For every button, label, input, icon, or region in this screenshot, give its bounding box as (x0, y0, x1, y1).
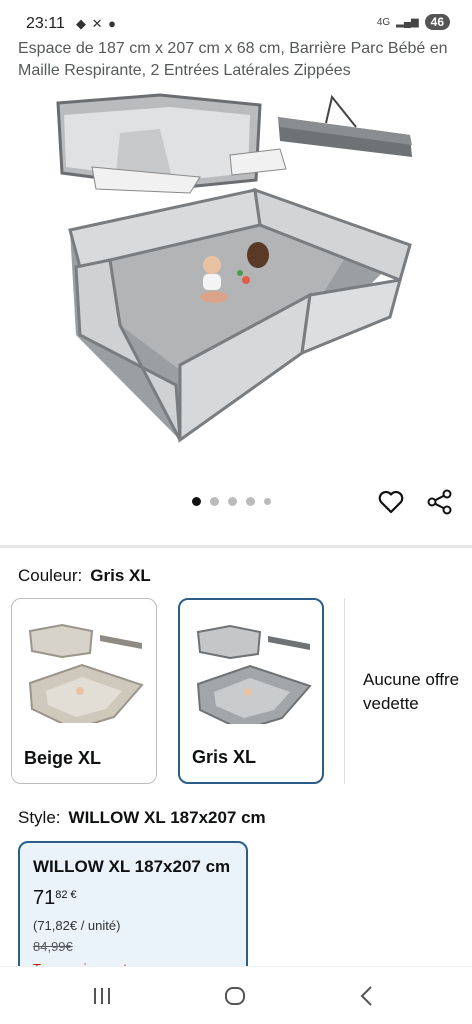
signal-icon: ▂▄▆ (396, 16, 419, 28)
style-selected-value: WILLOW XL 187x207 cm (68, 808, 266, 827)
color-option-label: Beige XL (24, 748, 102, 768)
status-time: 23:11 (26, 15, 65, 32)
grey-playpen-thumbnail (196, 624, 312, 724)
no-featured-offer-text: Aucune offre vedette (363, 670, 460, 713)
small-playpen-image (56, 93, 287, 194)
section-divider (0, 545, 472, 548)
system-navigation-bar (0, 966, 472, 1024)
gallery-dot[interactable] (246, 497, 255, 506)
product-image[interactable] (0, 85, 472, 485)
old-price: 84,99€ (33, 939, 73, 954)
style-selection-label: Style: WILLOW XL 187x207 cm (18, 808, 266, 828)
gallery-dot[interactable] (192, 497, 201, 506)
gallery-dot[interactable] (210, 497, 219, 506)
style-option-name: WILLOW XL 187x207 cm (33, 857, 231, 876)
beige-playpen-thumbnail (28, 623, 144, 723)
battery-indicator: 46 (424, 14, 450, 30)
price-cents: 82 € (55, 889, 77, 901)
color-label: Couleur: (18, 566, 83, 585)
color-option-beige[interactable]: Beige XL (11, 598, 157, 784)
wishlist-heart-icon[interactable] (377, 488, 405, 516)
back-icon[interactable] (354, 983, 380, 1009)
home-icon[interactable] (222, 983, 248, 1009)
recent-apps-icon[interactable] (89, 983, 115, 1009)
color-selection-label: Couleur: Gris XL (18, 566, 151, 586)
gallery-pagination[interactable] (192, 497, 271, 506)
gallery-dot[interactable] (264, 498, 271, 505)
unit-price: (71,82€ / unité) (33, 918, 121, 933)
color-option-label: Gris XL (192, 747, 257, 767)
share-icon[interactable] (426, 488, 454, 516)
notification-icons: ◆ ✕ ● (76, 16, 117, 31)
product-title: Espace de 187 cm x 207 cm x 68 cm, Barri… (18, 40, 448, 79)
large-playpen-image (68, 187, 412, 443)
color-option-gris[interactable]: Gris XL (178, 598, 324, 784)
color-selected-value: Gris XL (90, 566, 151, 585)
price-whole: 71 (33, 887, 56, 909)
style-option-price: 7182 € (33, 887, 77, 910)
carry-bag-image (278, 94, 412, 157)
status-right: 4G ▂▄▆ 46 (377, 14, 450, 30)
status-bar: 23:11 ◆ ✕ ● 4G ▂▄▆ 46 (0, 0, 472, 36)
style-label: Style: (18, 808, 61, 827)
gallery-dot[interactable] (228, 497, 237, 506)
network-label: 4G (376, 16, 391, 28)
swatch-divider (344, 598, 345, 784)
